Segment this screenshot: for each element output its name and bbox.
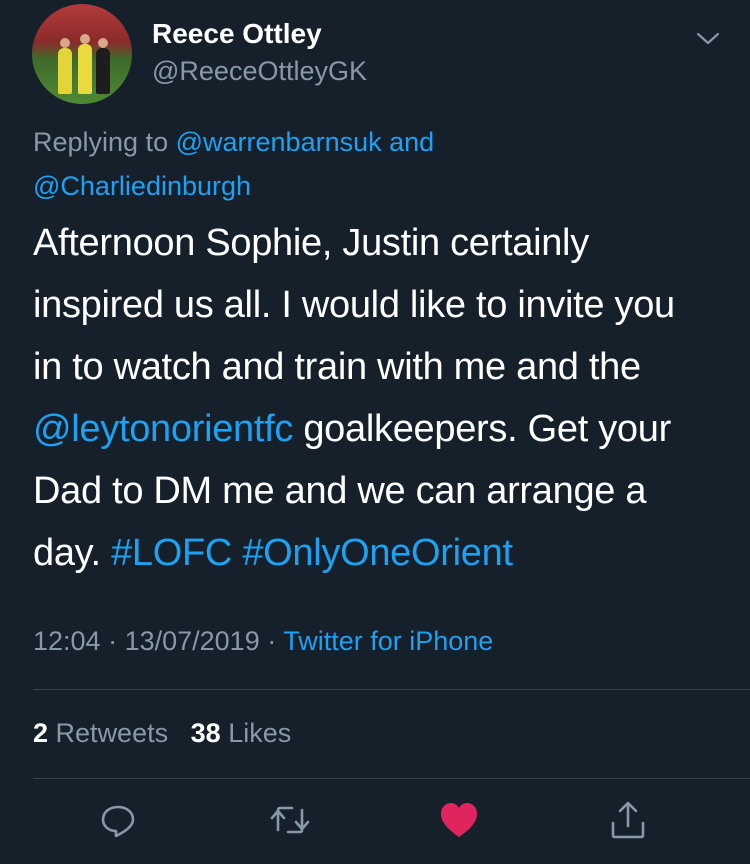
hashtag-link[interactable]: #OnlyOneOrient	[242, 532, 513, 574]
tweet-line: inspired us all. I would like to invite …	[33, 284, 675, 326]
tweet-stats: 2 Retweets 38 Likes	[33, 718, 291, 749]
likes-count: 38	[190, 718, 221, 748]
tweet-date: 13/07/2019	[124, 626, 260, 656]
reply-icon	[101, 805, 135, 838]
mention-link[interactable]: @leytonorientfc	[33, 408, 293, 450]
tweet-line: day. #LOFC #OnlyOneOrient	[33, 522, 723, 584]
tweet-text-fragment: goalkeepers. Get your	[293, 408, 671, 450]
hashtag-link[interactable]: #LOFC	[111, 532, 232, 574]
reply-mention-1[interactable]: @warrenbarnsuk	[176, 127, 382, 157]
replying-prefix: Replying to	[33, 127, 169, 157]
retweets-stat[interactable]: 2 Retweets	[33, 718, 168, 748]
retweet-button[interactable]	[268, 798, 312, 842]
author-name[interactable]: Reece Ottley	[152, 18, 322, 50]
tweet-line: in to watch and train with me and the	[33, 346, 641, 388]
meta-separator: ·	[259, 626, 284, 656]
share-icon	[611, 801, 645, 839]
replying-to: Replying to @warrenbarnsuk and @Charlied…	[33, 120, 713, 208]
tweet-text-fragment: day.	[33, 532, 112, 574]
like-button[interactable]	[437, 798, 481, 842]
tweet-time: 12:04	[33, 626, 101, 656]
reply-mention-2[interactable]: @Charliedinburgh	[33, 171, 251, 201]
tweet-line: Afternoon Sophie, Justin certainly	[33, 222, 589, 264]
retweets-label: Retweets	[55, 718, 169, 748]
retweet-icon	[270, 806, 310, 834]
tweet-text: Afternoon Sophie, Justin certainly inspi…	[33, 212, 723, 584]
reply-joiner: and	[389, 127, 435, 157]
avatar[interactable]	[32, 4, 132, 104]
author-handle[interactable]: @ReeceOttleyGK	[152, 56, 367, 87]
divider	[33, 778, 750, 779]
chevron-down-icon[interactable]	[694, 26, 722, 50]
tweet-source[interactable]: Twitter for iPhone	[283, 626, 493, 656]
tweet-line: @leytonorientfc goalkeepers. Get your	[33, 398, 723, 460]
meta-separator: ·	[100, 626, 125, 656]
likes-label: Likes	[228, 718, 292, 748]
likes-stat[interactable]: 38 Likes	[191, 718, 292, 748]
tweet-line: Dad to DM me and we can arrange a	[33, 470, 647, 512]
heart-icon	[441, 803, 477, 837]
tweet-detail: Reece Ottley @ReeceOttleyGK Replying to …	[0, 0, 750, 864]
divider	[33, 689, 750, 690]
retweets-count: 2	[33, 718, 49, 748]
tweet-meta: 12:04 · 13/07/2019 · Twitter for iPhone	[33, 626, 493, 657]
share-button[interactable]	[606, 798, 650, 842]
reply-button[interactable]	[96, 798, 140, 842]
